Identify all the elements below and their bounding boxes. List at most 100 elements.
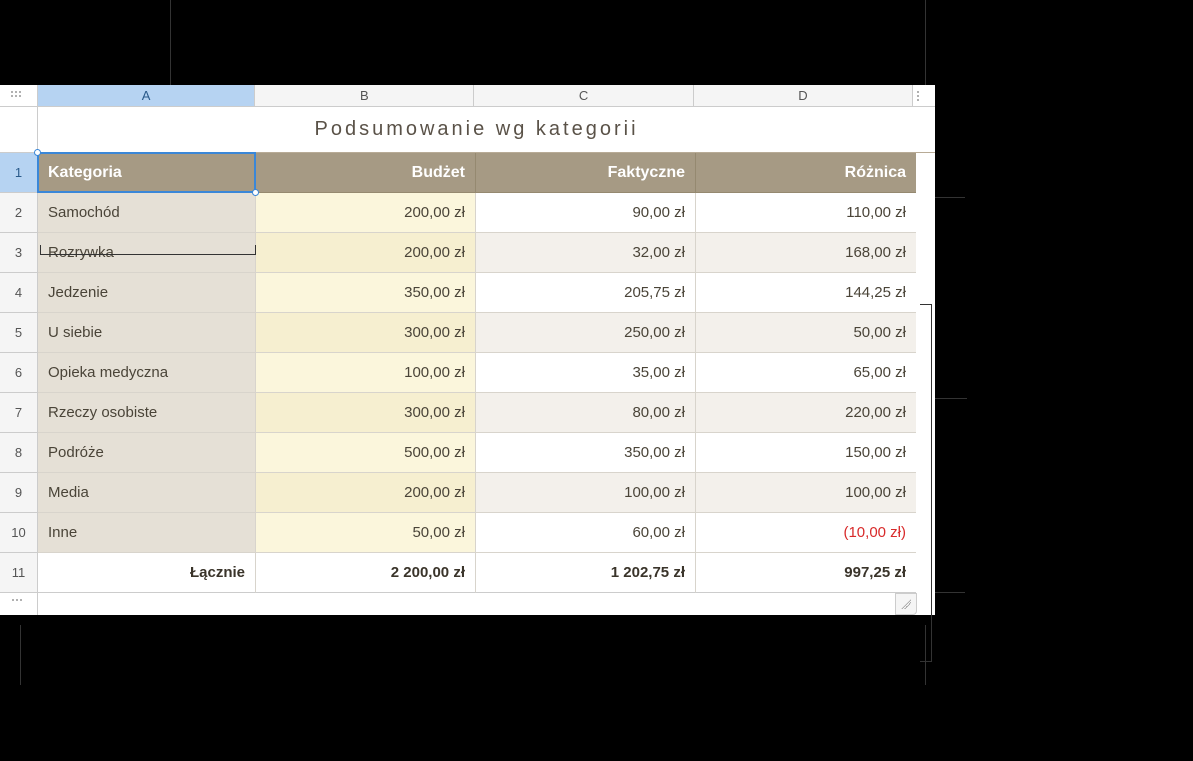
table-row: 7 Rzeczy osobiste 300,00 zł 80,00 zł 220… <box>0 393 935 433</box>
cell-budget[interactable]: 350,00 zł <box>256 273 476 313</box>
row-header[interactable]: 8 <box>0 433 38 473</box>
row-header-blank <box>0 107 38 153</box>
cell-value: Inne <box>48 524 77 541</box>
cell-budget[interactable]: 100,00 zł <box>256 353 476 393</box>
cell-value: Samochód <box>48 204 120 221</box>
table-title[interactable]: Podsumowanie wg kategorii <box>38 107 935 153</box>
cell-category[interactable]: Jedzenie <box>38 273 256 313</box>
cell-diff[interactable]: 144,25 zł <box>696 273 916 313</box>
cell-value: 200,00 zł <box>404 484 465 501</box>
cell-budget[interactable]: 200,00 zł <box>256 193 476 233</box>
cell-budget[interactable]: 500,00 zł <box>256 433 476 473</box>
table-header-row: 1 Kategoria Budżet Faktyczne Różnica <box>0 153 935 193</box>
row-header[interactable]: 2 <box>0 193 38 233</box>
cell-budget[interactable]: 50,00 zł <box>256 513 476 553</box>
row-header[interactable]: 9 <box>0 473 38 513</box>
row-header[interactable]: 3 <box>0 233 38 273</box>
cell-value: 100,00 zł <box>845 484 906 501</box>
row-header[interactable]: 5 <box>0 313 38 353</box>
cell-value: 350,00 zł <box>404 284 465 301</box>
header-cell-actual[interactable]: Faktyczne <box>476 153 696 193</box>
cell-diff[interactable]: 100,00 zł <box>696 473 916 513</box>
drag-handle-icon <box>917 91 931 101</box>
cell-value: 32,00 zł <box>632 244 685 261</box>
cell-actual[interactable]: 60,00 zł <box>476 513 696 553</box>
column-header-d[interactable]: D <box>694 85 913 107</box>
cell-diff[interactable]: 65,00 zł <box>696 353 916 393</box>
add-column-handle[interactable] <box>913 85 935 107</box>
cell-actual[interactable]: 100,00 zł <box>476 473 696 513</box>
table-footer-row: 11 Łącznie 2 200,00 zł 1 202,75 zł 997,2… <box>0 553 935 593</box>
cell-value: 2 200,00 zł <box>391 564 465 581</box>
cell-budget[interactable]: 200,00 zł <box>256 233 476 273</box>
selection-handle-icon[interactable] <box>34 149 41 156</box>
row-number: 1 <box>15 165 22 180</box>
cell-diff[interactable]: 110,00 zł <box>696 193 916 233</box>
cell-category[interactable]: Rzeczy osobiste <box>38 393 256 433</box>
column-header-c[interactable]: C <box>474 85 693 107</box>
cell-actual[interactable]: 350,00 zł <box>476 433 696 473</box>
cell-diff[interactable]: 150,00 zł <box>696 433 916 473</box>
cell-diff[interactable]: 50,00 zł <box>696 313 916 353</box>
drag-handle-icon <box>11 91 25 101</box>
column-header-b[interactable]: B <box>255 85 474 107</box>
table-resize-handle[interactable] <box>895 593 917 615</box>
cell-value: (10,00 zł) <box>843 524 906 541</box>
cell-value: 150,00 zł <box>845 444 906 461</box>
cell-actual[interactable]: 35,00 zł <box>476 353 696 393</box>
row-header[interactable]: 6 <box>0 353 38 393</box>
row-number: 11 <box>12 565 26 580</box>
cell-budget[interactable]: 300,00 zł <box>256 313 476 353</box>
row-header[interactable]: 10 <box>0 513 38 553</box>
cell-value: Rzeczy osobiste <box>48 404 157 421</box>
cell-category[interactable]: Opieka medyczna <box>38 353 256 393</box>
row-number: 5 <box>15 325 22 340</box>
cell-category[interactable]: U siebie <box>38 313 256 353</box>
cell-category[interactable]: Media <box>38 473 256 513</box>
header-cell-category[interactable]: Kategoria <box>38 153 256 193</box>
cell-value: 50,00 zł <box>412 524 465 541</box>
cell-value: 60,00 zł <box>632 524 685 541</box>
column-header-a[interactable]: A <box>38 85 255 107</box>
footer-label-cell[interactable]: Łącznie <box>38 553 256 593</box>
cell-budget[interactable]: 200,00 zł <box>256 473 476 513</box>
cell-value: 200,00 zł <box>404 204 465 221</box>
cell-category[interactable]: Podróże <box>38 433 256 473</box>
cell-value: 300,00 zł <box>404 404 465 421</box>
callout-line <box>20 625 21 685</box>
column-header-row: A B C D <box>0 85 935 107</box>
cell-diff[interactable]: (10,00 zł) <box>696 513 916 553</box>
row-header[interactable]: 11 <box>0 553 38 593</box>
header-cell-diff[interactable]: Różnica <box>696 153 916 193</box>
cell-actual[interactable]: 205,75 zł <box>476 273 696 313</box>
header-label: Faktyczne <box>608 164 685 182</box>
cell-actual[interactable]: 90,00 zł <box>476 193 696 233</box>
cell-value: Podróże <box>48 444 104 461</box>
cell-actual[interactable]: 80,00 zł <box>476 393 696 433</box>
footer-budget-cell[interactable]: 2 200,00 zł <box>256 553 476 593</box>
cell-diff[interactable]: 220,00 zł <box>696 393 916 433</box>
selection-handle-icon[interactable] <box>252 189 259 196</box>
cell-value: 300,00 zł <box>404 324 465 341</box>
table-row: 9 Media 200,00 zł 100,00 zł 100,00 zł <box>0 473 935 513</box>
add-row-handle[interactable] <box>0 593 38 615</box>
callout-bracket <box>40 245 256 255</box>
table-corner-handle[interactable] <box>0 85 38 107</box>
cell-actual[interactable]: 32,00 zł <box>476 233 696 273</box>
header-cell-budget[interactable]: Budżet <box>256 153 476 193</box>
cell-diff[interactable]: 168,00 zł <box>696 233 916 273</box>
cell-value: 90,00 zł <box>632 204 685 221</box>
cell-budget[interactable]: 300,00 zł <box>256 393 476 433</box>
cell-category[interactable]: Inne <box>38 513 256 553</box>
row-header[interactable]: 4 <box>0 273 38 313</box>
row-header[interactable]: 7 <box>0 393 38 433</box>
footer-diff-cell[interactable]: 997,25 zł <box>696 553 916 593</box>
column-label: B <box>360 88 369 103</box>
header-label: Różnica <box>845 164 906 182</box>
footer-actual-cell[interactable]: 1 202,75 zł <box>476 553 696 593</box>
row-header-1[interactable]: 1 <box>0 153 38 193</box>
cell-category[interactable]: Samochód <box>38 193 256 233</box>
cell-value: 65,00 zł <box>853 364 906 381</box>
table-row: 2 Samochód 200,00 zł 90,00 zł 110,00 zł <box>0 193 935 233</box>
cell-actual[interactable]: 250,00 zł <box>476 313 696 353</box>
